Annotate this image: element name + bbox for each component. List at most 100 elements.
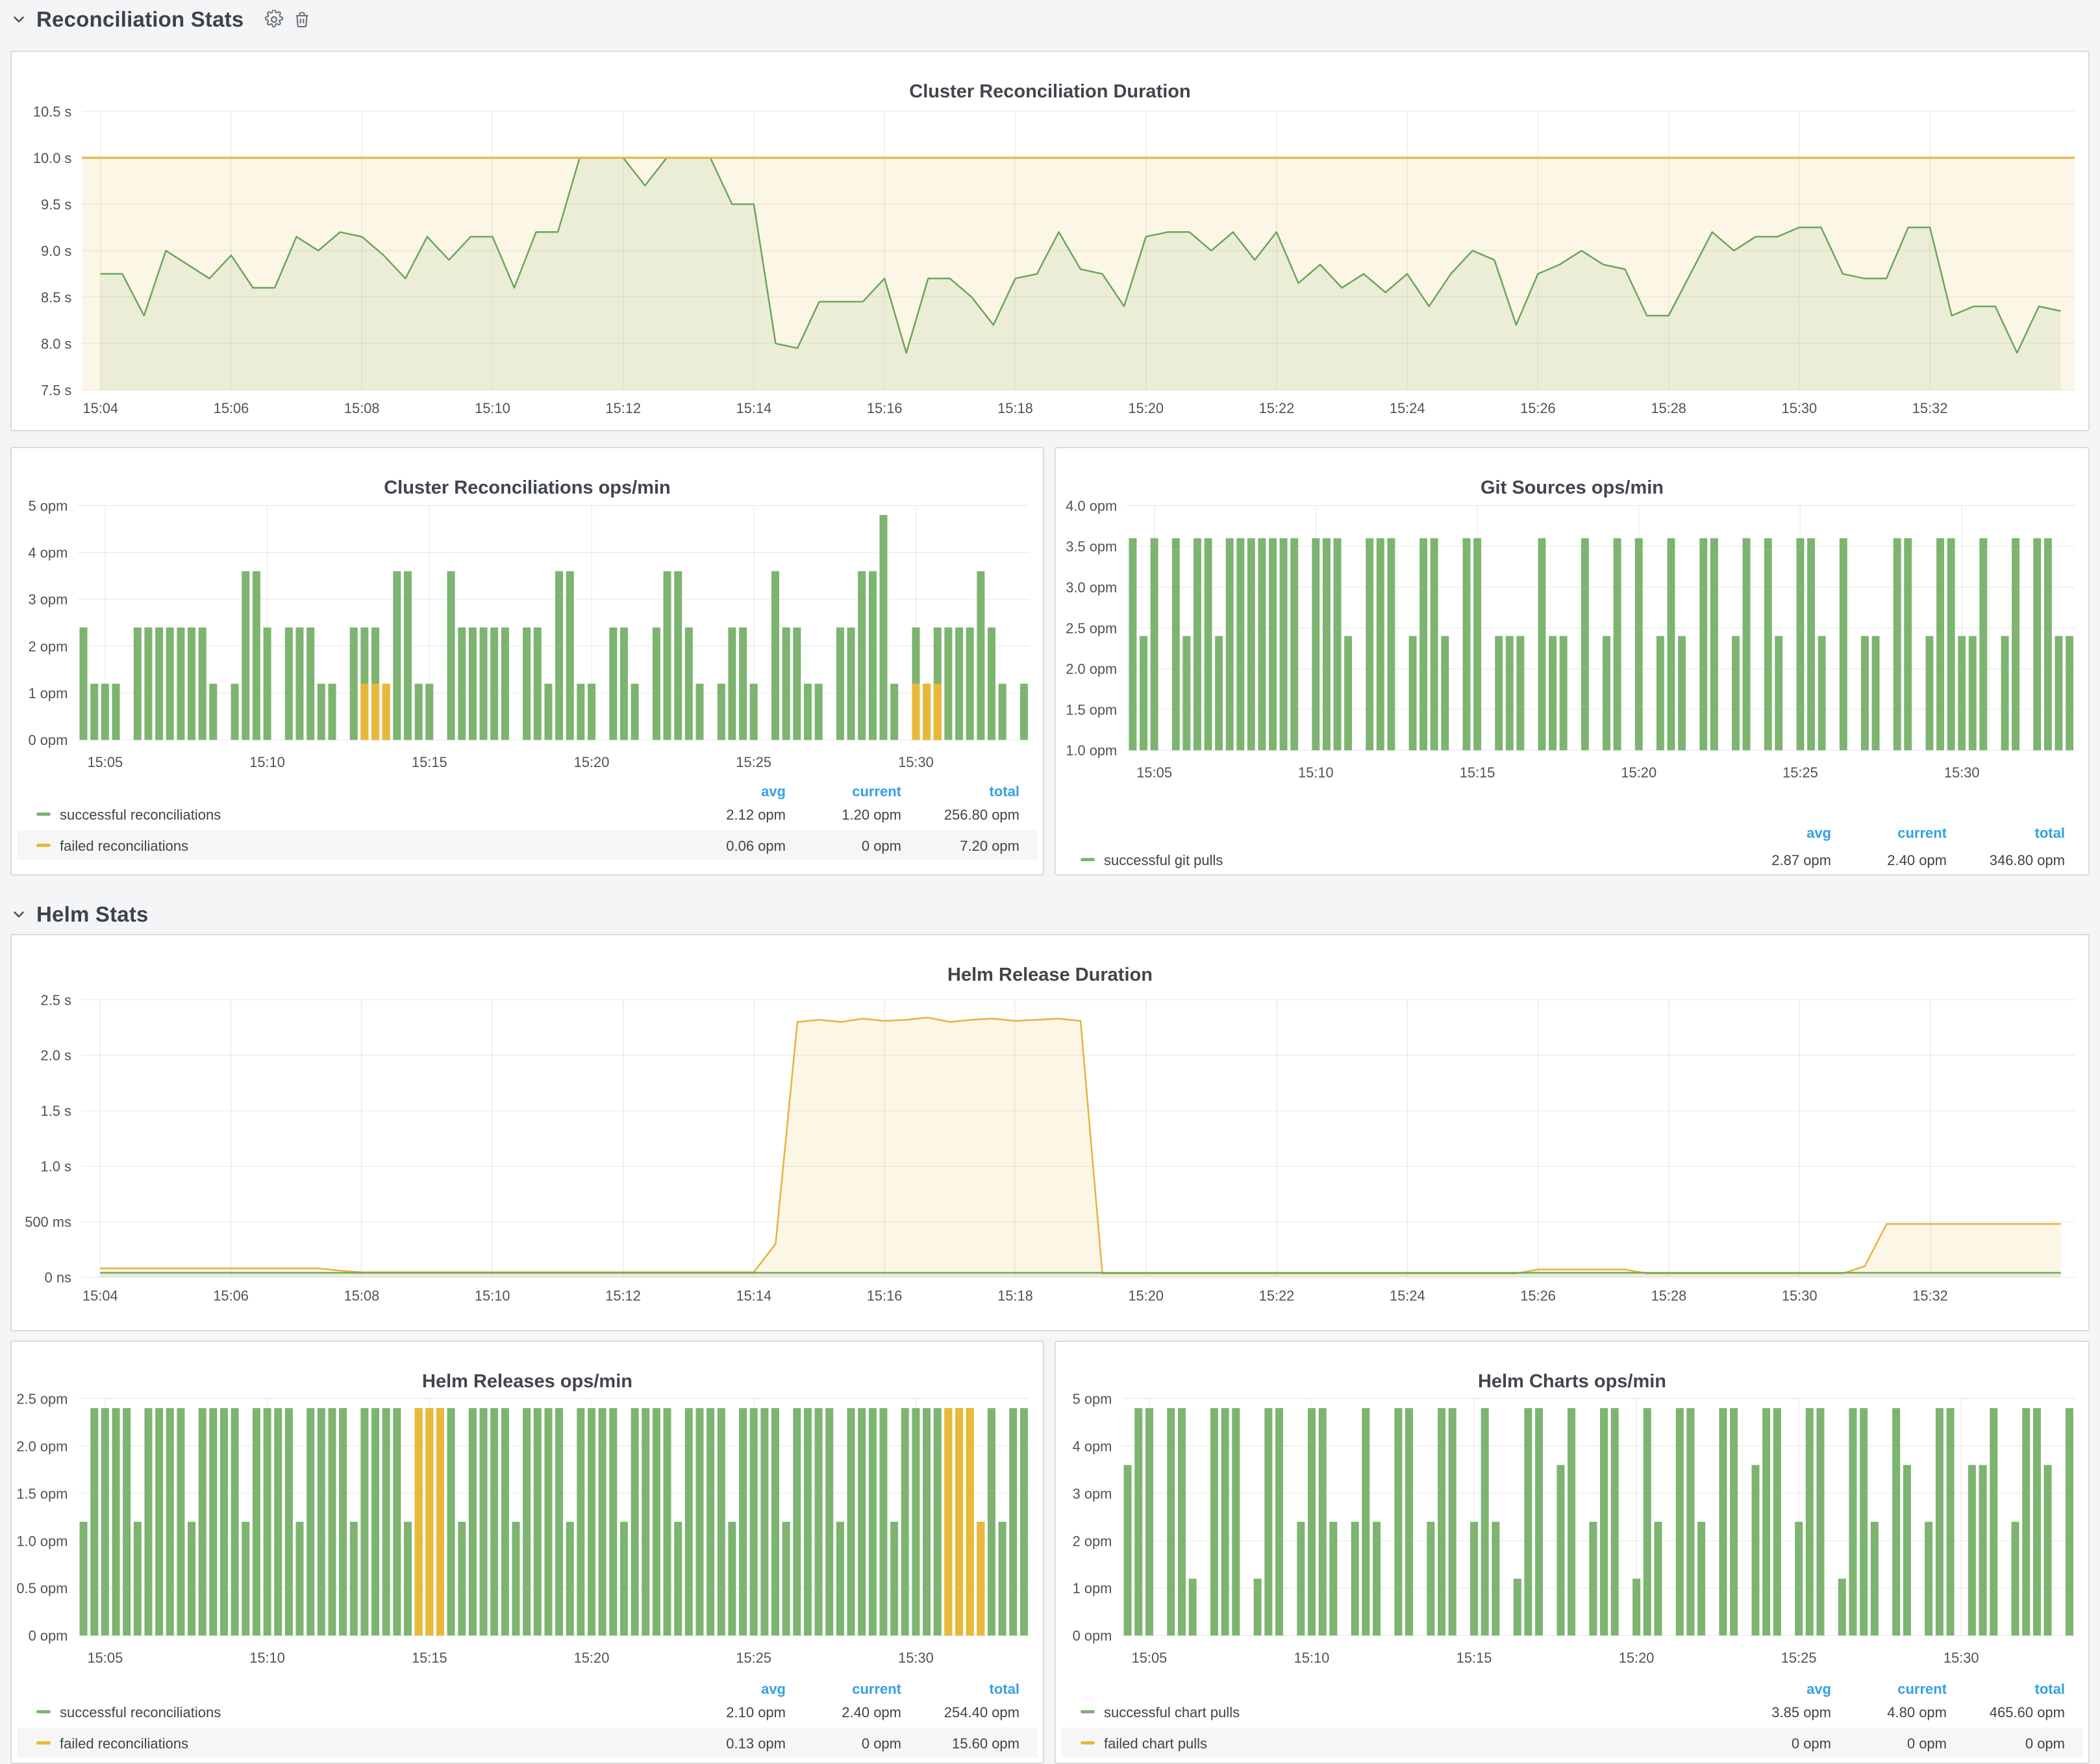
helm-release-duration-plot[interactable]: 2.5 s2.0 s1.5 s1.0 s500 ms0 ns15:0415:06…: [12, 935, 2088, 1330]
legend-col-avg[interactable]: avg: [761, 1681, 786, 1698]
bar: [577, 1408, 584, 1635]
y-tick-label: 1 opm: [1073, 1580, 1112, 1596]
legend-col-total[interactable]: total: [990, 783, 1019, 800]
bar: [318, 684, 325, 740]
legend-label[interactable]: failed chart pulls: [1104, 1735, 1207, 1752]
bar: [199, 1408, 206, 1635]
legend-label[interactable]: successful reconciliations: [60, 1704, 221, 1721]
legend-swatch: [36, 844, 51, 847]
trash-icon[interactable]: [293, 10, 311, 29]
legend-label[interactable]: failed reconciliations: [60, 1735, 188, 1752]
bar: [1871, 1522, 1879, 1635]
bar: [782, 627, 790, 740]
section-header-reconciliation-stats[interactable]: Reconciliation Stats: [10, 4, 311, 35]
y-tick-label: 3.0 opm: [1066, 579, 1117, 596]
y-tick-label: 4 opm: [1073, 1438, 1112, 1454]
x-tick-label: 15:30: [1782, 1287, 1818, 1304]
y-tick-label: 8.0 s: [41, 336, 71, 352]
helm-releases-opm-plot[interactable]: 2.5 opm2.0 opm1.5 opm1.0 opm0.5 opm0 opm…: [12, 1342, 1043, 1763]
bar: [1678, 636, 1686, 750]
bar: [1140, 636, 1147, 750]
bar: [231, 1408, 239, 1635]
y-tick-label: 2 opm: [29, 638, 68, 655]
failed-bar: [966, 1408, 974, 1635]
x-tick-label: 15:15: [1456, 1650, 1492, 1666]
bar: [577, 684, 584, 740]
bar: [1816, 1408, 1824, 1635]
bar: [1438, 1408, 1445, 1635]
bar: [1297, 1522, 1305, 1635]
bar: [1377, 538, 1384, 751]
legend-label[interactable]: successful reconciliations: [60, 807, 221, 824]
bar: [1449, 1408, 1456, 1635]
x-tick-label: 15:05: [88, 1650, 123, 1666]
bar: [1990, 1408, 1997, 1635]
legend-col-total[interactable]: total: [990, 1681, 1019, 1698]
cluster-reconciliation-duration-plot[interactable]: 10.5 s10.0 s9.5 s9.0 s8.5 s8.0 s7.5 s15:…: [12, 52, 2088, 430]
legend-current-value: 0 opm: [862, 1735, 901, 1752]
bar: [1232, 1408, 1240, 1635]
bar: [166, 1408, 174, 1635]
legend-col-current[interactable]: current: [852, 783, 901, 800]
bar: [2066, 636, 2073, 750]
bar: [490, 627, 498, 740]
bar: [1516, 636, 1524, 750]
bar: [1221, 1408, 1229, 1635]
bar: [295, 627, 303, 740]
bar: [1473, 538, 1481, 751]
bar: [1394, 1408, 1402, 1635]
bar: [144, 627, 152, 740]
bar: [1838, 1579, 1846, 1636]
bar: [177, 627, 184, 740]
legend-col-avg[interactable]: avg: [1806, 825, 1831, 842]
chevron-down-icon[interactable]: [10, 11, 27, 28]
bar: [718, 1408, 725, 1635]
legend-col-current[interactable]: current: [852, 1681, 901, 1698]
bar: [123, 1408, 131, 1635]
x-tick-label: 15:20: [1128, 1287, 1164, 1304]
x-tick-label: 15:20: [574, 754, 610, 770]
bar: [1581, 538, 1589, 751]
bar: [1860, 1408, 1868, 1635]
x-tick-label: 15:06: [214, 400, 249, 416]
legend-col-avg[interactable]: avg: [761, 783, 786, 800]
x-tick-label: 15:10: [249, 754, 285, 770]
legend-col-total[interactable]: total: [2035, 825, 2065, 842]
section-header-helm-stats[interactable]: Helm Stats: [10, 899, 149, 930]
chevron-down-icon[interactable]: [10, 906, 27, 923]
bar: [923, 1408, 931, 1635]
bar: [890, 1522, 898, 1635]
bar: [1947, 1408, 1955, 1635]
bar: [209, 684, 217, 740]
bar: [318, 1408, 325, 1635]
bar: [588, 1408, 595, 1635]
bar: [1958, 636, 1966, 750]
legend-label[interactable]: successful chart pulls: [1104, 1704, 1240, 1721]
legend-col-current[interactable]: current: [1897, 1681, 1947, 1698]
bar: [1134, 1408, 1142, 1635]
bar: [1495, 636, 1503, 750]
legend-col-total[interactable]: total: [2035, 1681, 2065, 1698]
legend-label[interactable]: failed reconciliations: [60, 838, 188, 855]
bar: [1441, 636, 1449, 750]
bar: [793, 627, 801, 740]
failed-bar: [436, 1408, 444, 1635]
y-tick-label: 1.0 opm: [1066, 742, 1117, 759]
bar: [1210, 1408, 1218, 1635]
y-tick-label: 1.0 opm: [16, 1533, 68, 1549]
bar: [1668, 538, 1675, 751]
failed-bar: [955, 1408, 963, 1635]
x-tick-label: 15:16: [867, 1287, 903, 1304]
bar: [1840, 538, 1847, 751]
bar: [112, 1408, 120, 1635]
bar: [1743, 538, 1751, 751]
y-tick-label: 4.0 opm: [1066, 498, 1117, 514]
gear-icon[interactable]: [264, 10, 284, 29]
helm-charts-opm-plot[interactable]: 5 opm4 opm3 opm2 opm1 opm0 opm15:0515:10…: [1056, 1342, 2088, 1763]
legend-label[interactable]: successful git pulls: [1104, 852, 1223, 869]
git-sources-opm-plot[interactable]: 4.0 opm3.5 opm3.0 opm2.5 opm2.0 opm1.5 o…: [1056, 448, 2088, 874]
panel-git-sources-opm: Git Sources ops/min 4.0 opm3.5 opm3.0 op…: [1055, 447, 2090, 876]
legend-col-avg[interactable]: avg: [1806, 1681, 1831, 1698]
legend-col-current[interactable]: current: [1897, 825, 1947, 842]
x-tick-label: 15:22: [1259, 400, 1295, 416]
